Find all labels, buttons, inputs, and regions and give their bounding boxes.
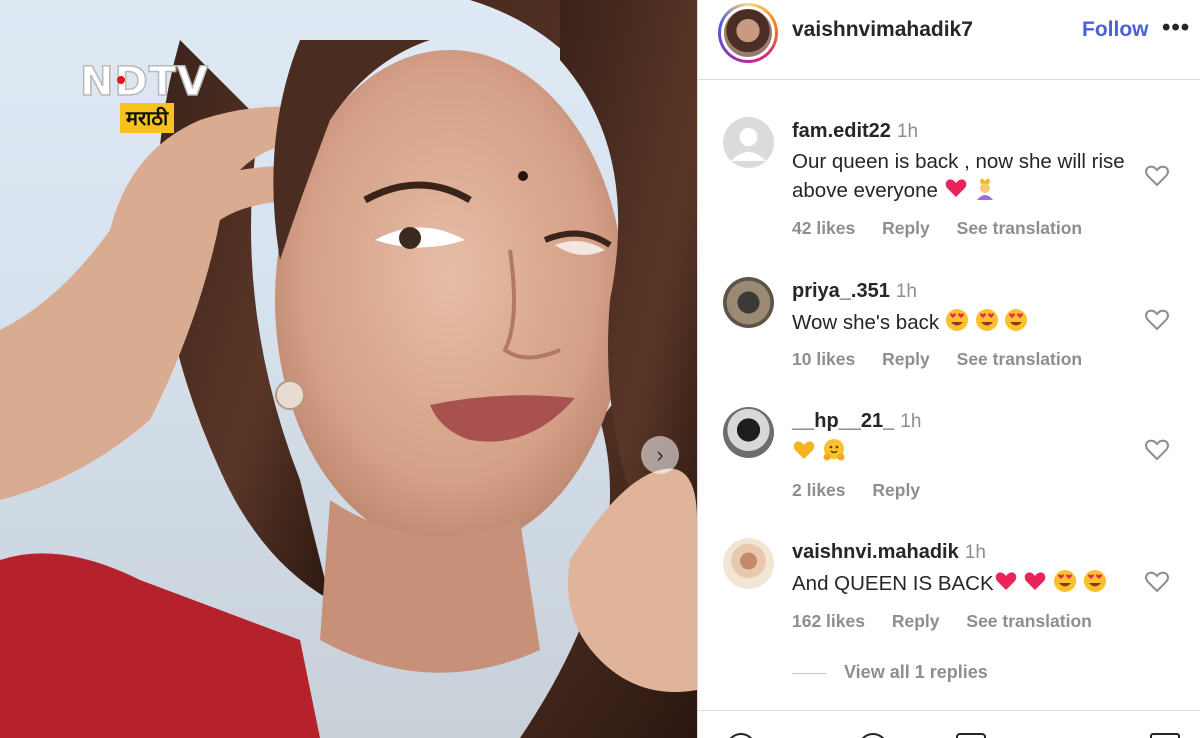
comment-username[interactable]: __hp__21_ 1h	[792, 410, 921, 433]
author-username[interactable]: vaishnvimahadik7	[792, 18, 973, 42]
heart-outline-icon[interactable]	[1144, 164, 1170, 188]
reply-button[interactable]: Reply	[892, 611, 940, 631]
heart-outline-icon[interactable]	[1144, 438, 1170, 462]
comment-time: 1h	[895, 281, 917, 302]
heart-emoji	[1025, 572, 1046, 590]
comment-text	[792, 438, 1132, 467]
comment-time: 1h	[896, 121, 919, 142]
comment-text: Wow she's back	[792, 308, 1132, 337]
comments-panel: vaishnvimahadik7 Follow ••• fam.edit22 1h…	[697, 0, 1200, 738]
view-replies-link[interactable]: View all 1 replies	[792, 662, 988, 683]
comment-actions: 42 likes Reply See translation	[792, 218, 1104, 239]
post-actions-bar	[698, 710, 1200, 738]
see-translation-button[interactable]: See translation	[957, 349, 1082, 369]
logo-wordmark: NDTV	[79, 59, 209, 105]
comment-text: Our queen is back , now she will rise ab…	[792, 150, 1125, 202]
yellow-heart-emoji	[793, 441, 815, 459]
user-avatar[interactable]	[723, 277, 774, 328]
likes-count[interactable]: 10 likes	[792, 349, 855, 369]
heart-eyes-emoji	[945, 309, 968, 331]
reply-button[interactable]: Reply	[872, 480, 920, 500]
heart-outline-icon[interactable]	[1144, 308, 1170, 332]
comment-time: 1h	[900, 411, 922, 432]
heart-eyes-emoji	[1054, 570, 1077, 592]
comment-time: 1h	[964, 542, 986, 563]
comment-username[interactable]: fam.edit22 1h	[792, 120, 918, 143]
heart-outline-icon[interactable]	[1144, 570, 1170, 594]
user-avatar[interactable]	[723, 407, 774, 458]
comment-actions: 10 likes Reply See translation	[792, 349, 1104, 370]
hugging-face-emoji	[823, 439, 845, 461]
comment-actions: 2 likes Reply	[792, 480, 942, 501]
heart-emoji	[945, 179, 966, 197]
save-icon[interactable]	[1150, 733, 1180, 738]
next-photo-button[interactable]: ›	[641, 436, 679, 474]
comment-username[interactable]: priya_.351 1h	[792, 280, 917, 303]
see-translation-button[interactable]: See translation	[966, 611, 1091, 631]
logo-red-dot	[117, 76, 125, 84]
likes-count[interactable]: 42 likes	[792, 218, 855, 238]
reply-button[interactable]: Reply	[882, 349, 930, 369]
more-options-icon[interactable]: •••	[1162, 14, 1190, 42]
likes-count[interactable]: 2 likes	[792, 480, 846, 500]
heart-eyes-emoji	[1083, 570, 1106, 592]
reply-button[interactable]: Reply	[882, 218, 930, 238]
heart-emoji	[995, 572, 1016, 590]
chevron-right-icon: ›	[656, 442, 664, 467]
post-photo: NDTV मराठी ›	[0, 0, 697, 738]
logo-language-tag: मराठी	[120, 103, 175, 133]
author-avatar[interactable]	[718, 3, 778, 63]
follow-button[interactable]: Follow	[1082, 18, 1149, 42]
ndtv-marathi-logo: NDTV मराठी	[79, 59, 245, 142]
comment-icon[interactable]	[858, 733, 888, 738]
woman-with-crown-emoji	[977, 178, 994, 200]
likes-count[interactable]: 162 likes	[792, 611, 865, 631]
heart-eyes-emoji	[1005, 309, 1028, 331]
post-header: vaishnvimahadik7 Follow •••	[698, 0, 1200, 80]
comment-username[interactable]: vaishnvi.mahadik 1h	[792, 541, 986, 564]
default-avatar-icon[interactable]	[723, 117, 774, 168]
comment-text: And QUEEN IS BACK	[792, 569, 1132, 598]
comment-actions: 162 likes Reply See translation	[792, 611, 1114, 632]
see-translation-button[interactable]: See translation	[957, 218, 1082, 238]
user-avatar[interactable]	[723, 538, 774, 589]
heart-eyes-emoji	[975, 309, 998, 331]
share-icon[interactable]	[956, 733, 986, 738]
like-icon[interactable]	[726, 733, 756, 738]
